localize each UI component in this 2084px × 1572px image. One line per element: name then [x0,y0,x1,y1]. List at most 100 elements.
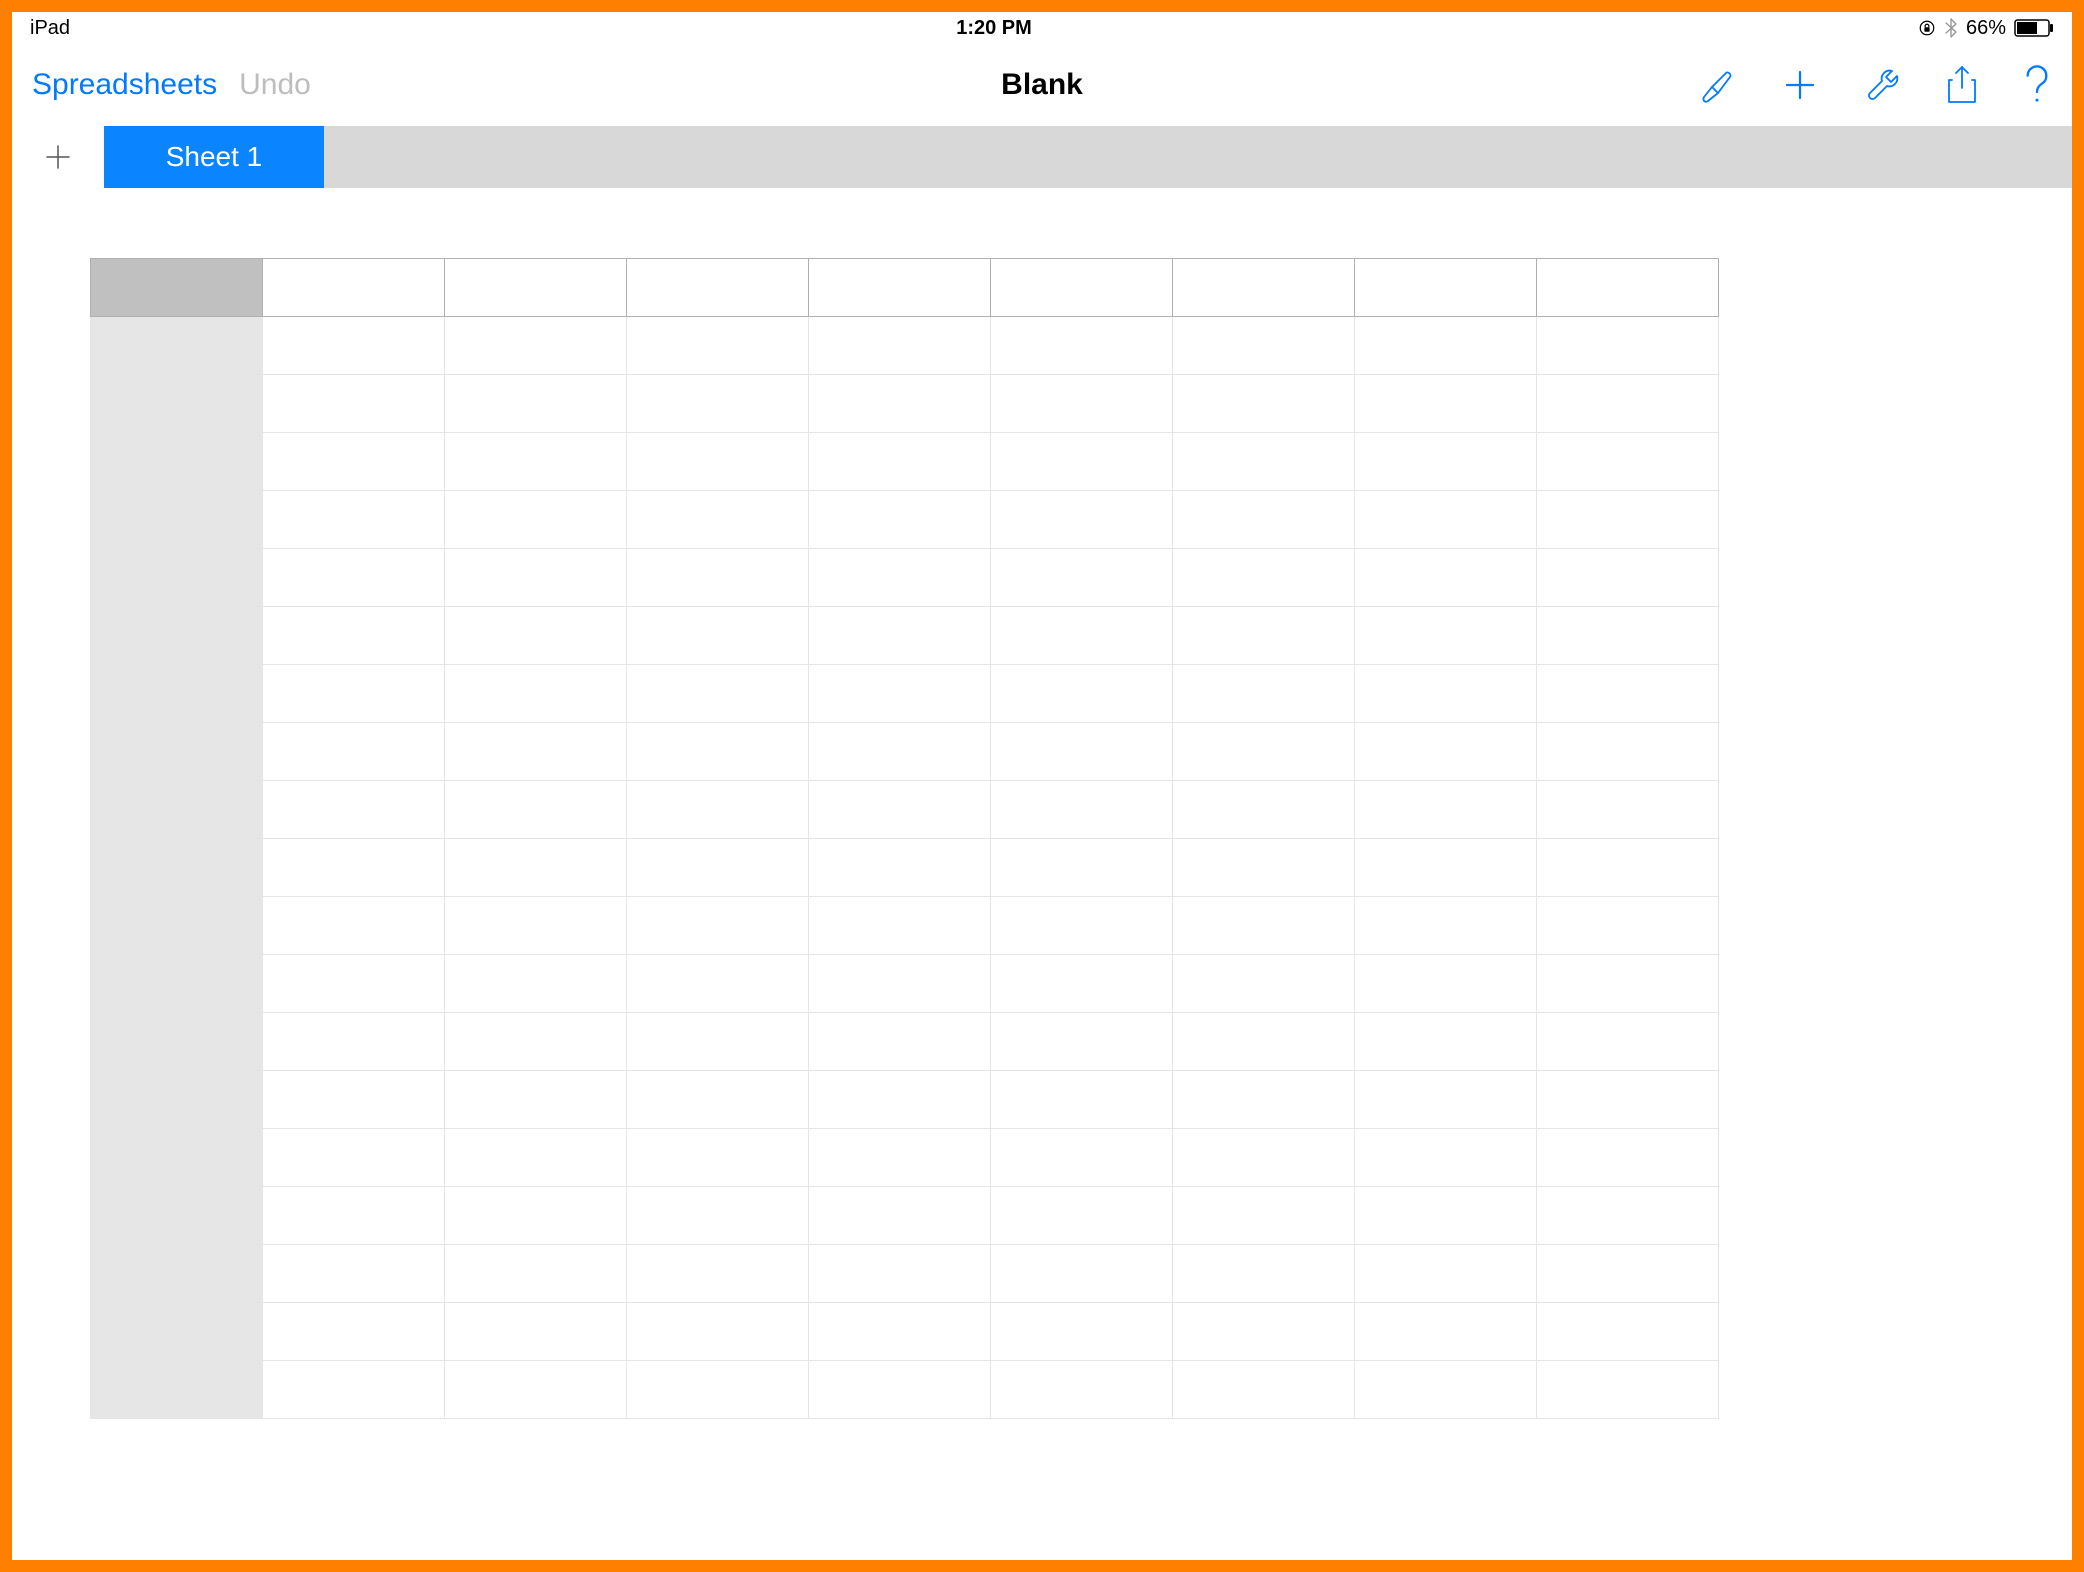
cell[interactable] [809,781,991,839]
row-header[interactable] [91,1071,263,1129]
undo-button[interactable]: Undo [239,68,311,102]
cell[interactable] [627,549,809,607]
cell[interactable] [1173,1071,1355,1129]
cell[interactable] [991,1013,1173,1071]
row-header[interactable] [91,839,263,897]
cell[interactable] [263,549,445,607]
cell[interactable] [1355,839,1537,897]
cell[interactable] [991,317,1173,375]
cell[interactable] [263,897,445,955]
cell[interactable] [809,491,991,549]
row-header[interactable] [91,375,263,433]
cell[interactable] [1173,1013,1355,1071]
cell[interactable] [445,1071,627,1129]
cell[interactable] [809,1071,991,1129]
cell[interactable] [1173,375,1355,433]
cell[interactable] [991,955,1173,1013]
cell[interactable] [809,1013,991,1071]
cell[interactable] [445,897,627,955]
cell[interactable] [263,955,445,1013]
cell[interactable] [809,549,991,607]
cell[interactable] [1537,839,1719,897]
cell[interactable] [991,665,1173,723]
row-header[interactable] [91,1013,263,1071]
cell[interactable] [263,607,445,665]
cell[interactable] [445,1129,627,1187]
cell[interactable] [809,607,991,665]
cell[interactable] [627,491,809,549]
cell[interactable] [991,549,1173,607]
cell[interactable] [991,491,1173,549]
cell[interactable] [263,1361,445,1419]
cell[interactable] [445,839,627,897]
cell[interactable] [445,433,627,491]
cell[interactable] [445,1013,627,1071]
cell[interactable] [263,491,445,549]
format-brush-icon[interactable] [1698,65,1738,105]
cell[interactable] [1537,897,1719,955]
column-header[interactable] [263,259,445,317]
cell[interactable] [627,665,809,723]
cell[interactable] [1355,375,1537,433]
cell[interactable] [263,433,445,491]
cell[interactable] [627,1129,809,1187]
cell[interactable] [1355,433,1537,491]
row-header[interactable] [91,665,263,723]
cell[interactable] [991,839,1173,897]
spreadsheet-canvas[interactable] [12,188,2072,1560]
cell[interactable] [1173,491,1355,549]
cell[interactable] [627,433,809,491]
cell[interactable] [627,1245,809,1303]
cell[interactable] [1355,1187,1537,1245]
cell[interactable] [445,375,627,433]
cell[interactable] [627,1187,809,1245]
cell[interactable] [445,1187,627,1245]
cell[interactable] [1537,549,1719,607]
row-header[interactable] [91,955,263,1013]
cell[interactable] [445,781,627,839]
cell[interactable] [627,317,809,375]
cell[interactable] [809,955,991,1013]
cell[interactable] [263,839,445,897]
cell[interactable] [627,1303,809,1361]
column-header[interactable] [1173,259,1355,317]
cell[interactable] [263,1187,445,1245]
cell[interactable] [1355,1245,1537,1303]
back-button[interactable]: Spreadsheets [32,68,217,102]
cell[interactable] [1355,607,1537,665]
cell[interactable] [445,317,627,375]
cell[interactable] [1537,1361,1719,1419]
cell[interactable] [263,665,445,723]
cell[interactable] [627,1361,809,1419]
cell[interactable] [1355,1361,1537,1419]
row-header[interactable] [91,549,263,607]
cell[interactable] [627,781,809,839]
cell[interactable] [809,1361,991,1419]
cell[interactable] [991,433,1173,491]
cell[interactable] [263,1245,445,1303]
cell[interactable] [1173,1129,1355,1187]
cell[interactable] [263,1071,445,1129]
cell[interactable] [991,1303,1173,1361]
cell[interactable] [263,317,445,375]
share-icon[interactable] [1944,64,1980,106]
cell[interactable] [991,723,1173,781]
cell[interactable] [627,1013,809,1071]
cell[interactable] [1537,1245,1719,1303]
cell[interactable] [263,1303,445,1361]
column-header[interactable] [627,259,809,317]
grid-corner-cell[interactable] [91,259,263,317]
cell[interactable] [1173,897,1355,955]
cell[interactable] [809,375,991,433]
cell[interactable] [445,1245,627,1303]
cell[interactable] [1173,433,1355,491]
add-icon[interactable] [1780,65,1820,105]
help-icon[interactable] [2022,64,2052,106]
cell[interactable] [991,1129,1173,1187]
cell[interactable] [991,1071,1173,1129]
spreadsheet-grid[interactable] [90,258,1719,1419]
cell[interactable] [809,1245,991,1303]
cell[interactable] [1173,549,1355,607]
cell[interactable] [991,1245,1173,1303]
cell[interactable] [809,723,991,781]
